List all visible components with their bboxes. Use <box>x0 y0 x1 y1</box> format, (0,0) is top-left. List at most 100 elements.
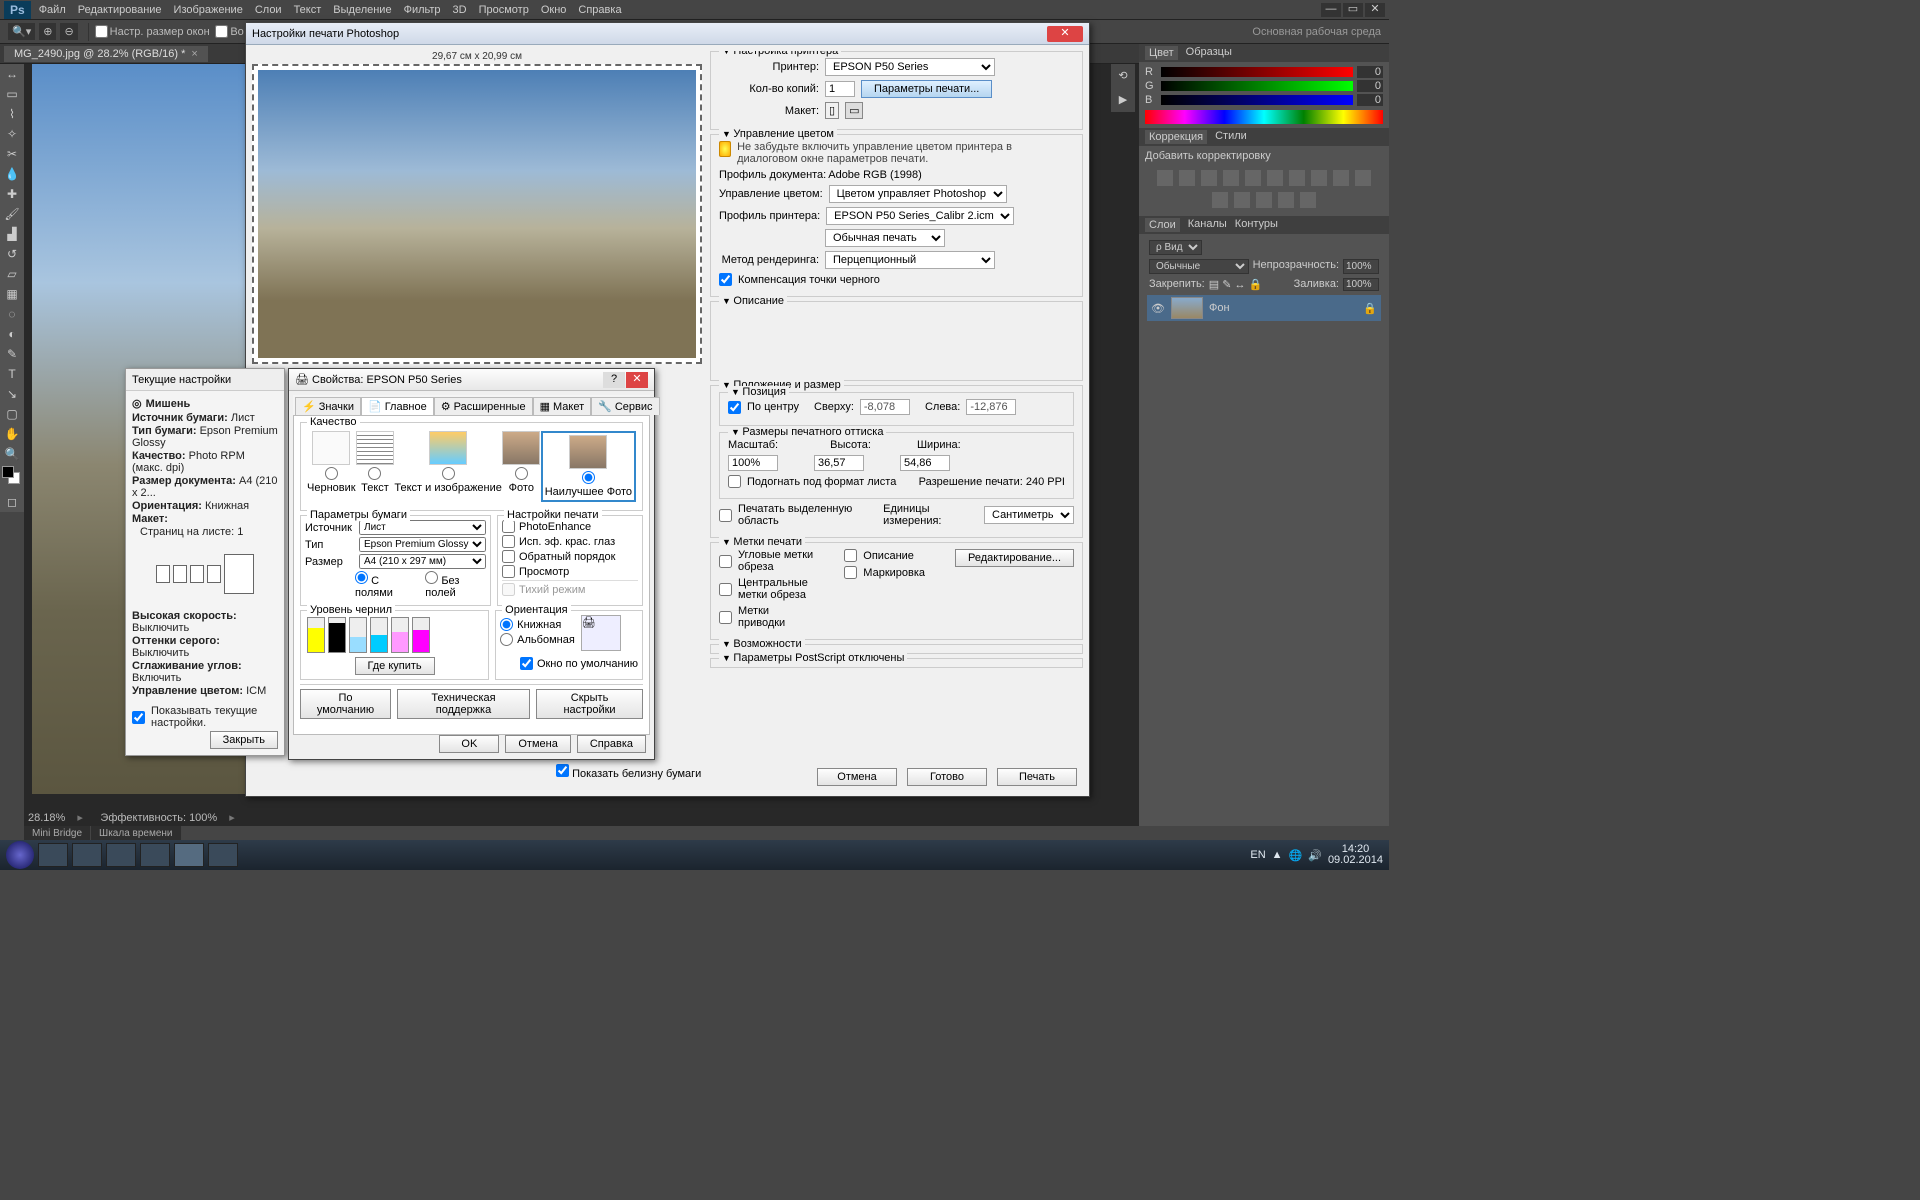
blur-tool-icon[interactable]: ◌ <box>0 304 24 324</box>
type-tool-icon[interactable]: T <box>0 364 24 384</box>
scale-input[interactable] <box>728 455 778 471</box>
color-spectrum[interactable] <box>1145 110 1383 124</box>
brush-tool-icon[interactable]: 🖌 <box>0 204 24 224</box>
adj-hue-icon[interactable] <box>1267 170 1283 186</box>
adj-gradient-icon[interactable] <box>1278 192 1294 208</box>
menu-filter[interactable]: Фильтр <box>404 4 441 16</box>
color-handling-select[interactable]: Цветом управляет Photoshop <box>829 185 1007 203</box>
ok-button[interactable]: OK <box>439 735 499 753</box>
tab-paths[interactable]: Контуры <box>1235 218 1278 232</box>
redeye-checkbox[interactable] <box>502 535 515 548</box>
landscape-icon[interactable]: ▭ <box>845 102 863 119</box>
dodge-tool-icon[interactable]: ◐ <box>0 324 24 344</box>
reg-marks-checkbox[interactable] <box>719 611 732 624</box>
portrait-radio[interactable] <box>500 618 513 631</box>
adj-threshold-icon[interactable] <box>1256 192 1272 208</box>
crop-tool-icon[interactable]: ✂ <box>0 144 24 164</box>
cancel-button[interactable]: Отмена <box>817 768 897 786</box>
task-paint-icon[interactable] <box>208 843 238 867</box>
print-button[interactable]: Печать <box>997 768 1077 786</box>
quickmask-icon[interactable]: ◻ <box>0 492 24 512</box>
menu-text[interactable]: Текст <box>294 4 322 16</box>
tab-color[interactable]: Цвет <box>1145 46 1178 60</box>
units-select[interactable]: Сантиметры <box>984 506 1074 524</box>
quality-draft[interactable]: Черновик <box>307 431 356 502</box>
tab-shortcuts[interactable]: ⚡Значки <box>295 397 361 415</box>
zoom-in-icon[interactable]: ⊕ <box>39 23 56 40</box>
tab-advanced[interactable]: ⚙Расширенные <box>434 397 533 415</box>
adj-invert-icon[interactable] <box>1212 192 1228 208</box>
win-close-icon[interactable]: ✕ <box>1365 3 1385 17</box>
adj-brightness-icon[interactable] <box>1157 170 1173 186</box>
tab-main[interactable]: 📄Главное <box>361 397 434 415</box>
slider-b[interactable] <box>1161 95 1353 105</box>
rendering-intent-select[interactable]: Перцепционный <box>825 251 995 269</box>
tab-layers[interactable]: Слои <box>1145 218 1180 232</box>
opt-resize-windows[interactable] <box>95 25 108 38</box>
adj-vibrance-icon[interactable] <box>1245 170 1261 186</box>
labels-checkbox[interactable] <box>844 566 857 579</box>
lock-icons[interactable]: ▤ ✎ ↔ 🔒 <box>1209 278 1262 291</box>
tray-network-icon[interactable]: 🌐 <box>1289 849 1303 862</box>
pen-tool-icon[interactable]: ✎ <box>0 344 24 364</box>
adj-curves-icon[interactable] <box>1201 170 1217 186</box>
history-brush-icon[interactable]: ↺ <box>0 244 24 264</box>
task-explorer-icon[interactable] <box>72 843 102 867</box>
task-photoshop-icon[interactable] <box>174 843 204 867</box>
path-tool-icon[interactable]: ↘ <box>0 384 24 404</box>
actions-panel-icon[interactable]: ▶ <box>1111 88 1135 112</box>
quality-photo[interactable]: Фото <box>502 431 540 502</box>
borderless-radio[interactable]: Без полей <box>425 571 486 599</box>
task-wmp-icon[interactable] <box>106 843 136 867</box>
adj-exposure-icon[interactable] <box>1223 170 1239 186</box>
menu-edit[interactable]: Редактирование <box>78 4 162 16</box>
close-icon[interactable]: ✕ <box>1047 26 1083 42</box>
print-settings-button[interactable]: Параметры печати... <box>861 80 992 98</box>
show-paper-white-checkbox[interactable]: Показать белизну бумаги <box>556 764 701 780</box>
menu-view[interactable]: Просмотр <box>479 4 529 16</box>
fit-checkbox[interactable] <box>728 475 741 488</box>
defaults-button[interactable]: По умолчанию <box>300 689 391 719</box>
height-input[interactable] <box>814 455 864 471</box>
hide-settings-button[interactable]: Скрыть настройки <box>536 689 643 719</box>
photoenhance-checkbox[interactable] <box>502 520 515 533</box>
description-checkbox[interactable] <box>844 549 857 562</box>
workspace-name[interactable]: Основная рабочая среда <box>1252 26 1381 38</box>
menu-3d[interactable]: 3D <box>453 4 467 16</box>
quality-text[interactable]: Текст <box>356 431 394 502</box>
slider-g[interactable] <box>1161 81 1353 91</box>
help-icon[interactable]: ? <box>603 372 625 388</box>
preview-checkbox[interactable] <box>502 565 515 578</box>
reverse-checkbox[interactable] <box>502 550 515 563</box>
menu-image[interactable]: Изображение <box>174 4 243 16</box>
fill-input[interactable] <box>1343 278 1379 291</box>
portrait-icon[interactable]: ▯ <box>825 102 839 119</box>
tab-channels[interactable]: Каналы <box>1188 218 1227 232</box>
tray-volume-icon[interactable]: 🔊 <box>1308 849 1322 862</box>
show-current-checkbox[interactable] <box>132 711 145 724</box>
adj-selective-icon[interactable] <box>1300 192 1316 208</box>
color-swatches[interactable] <box>0 464 24 492</box>
tool-preset-icon[interactable]: 🔍▾ <box>8 23 35 40</box>
menu-help[interactable]: Справка <box>578 4 621 16</box>
center-checkbox[interactable] <box>728 401 741 414</box>
close-icon[interactable]: ✕ <box>626 372 648 388</box>
lasso-tool-icon[interactable]: ⌇ <box>0 104 24 124</box>
eyedropper-tool-icon[interactable]: 💧 <box>0 164 24 184</box>
cancel-button[interactable]: Отмена <box>505 735 570 753</box>
opt-all-windows[interactable] <box>215 25 228 38</box>
adj-bw-icon[interactable] <box>1289 170 1305 186</box>
lang-indicator[interactable]: EN <box>1250 849 1265 861</box>
top-input[interactable] <box>860 399 910 415</box>
zoom-tool-icon[interactable]: 🔍 <box>0 444 24 464</box>
win-max-icon[interactable]: ▭ <box>1343 3 1363 17</box>
opacity-input[interactable] <box>1343 259 1379 274</box>
left-input[interactable] <box>966 399 1016 415</box>
adj-levels-icon[interactable] <box>1179 170 1195 186</box>
menu-layers[interactable]: Слои <box>255 4 282 16</box>
close-button[interactable]: Закрыть <box>210 731 278 749</box>
paper-size-select[interactable]: A4 (210 x 297 мм) <box>359 554 486 569</box>
tech-support-button[interactable]: Техническая поддержка <box>397 689 530 719</box>
layer-filter[interactable]: ρ Вид <box>1149 240 1202 255</box>
clock[interactable]: 14:2009.02.2014 <box>1328 844 1383 866</box>
